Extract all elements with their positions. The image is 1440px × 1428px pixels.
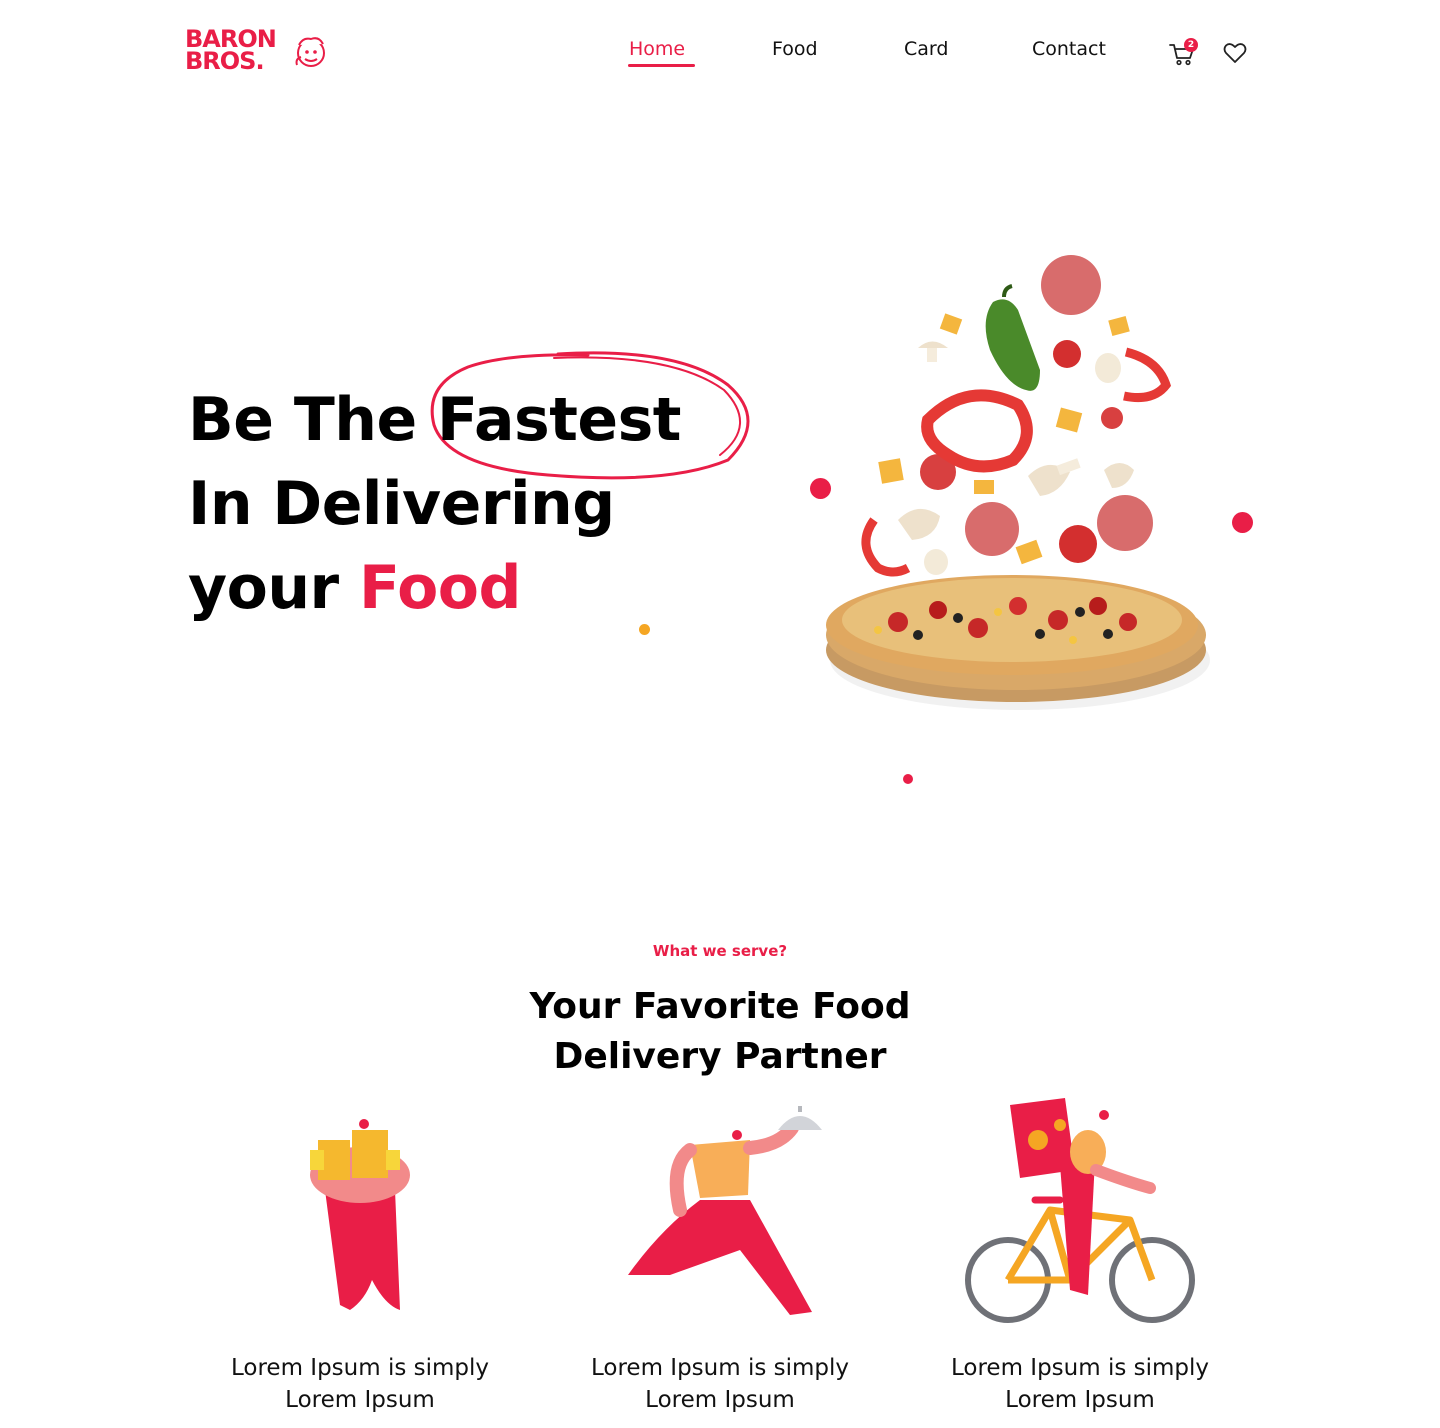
service-card-line-2: Lorem Ipsum — [645, 1387, 795, 1413]
nav-home[interactable]: Home — [629, 38, 685, 60]
courier-running-with-cloche-illustration — [628, 1106, 822, 1315]
service-card-line-1: Lorem Ipsum is simply — [230, 1355, 490, 1381]
mushroom — [1104, 463, 1134, 488]
nav-contact[interactable]: Contact — [1032, 38, 1106, 60]
salami-slice — [1097, 495, 1153, 551]
salami-slice — [965, 502, 1019, 556]
section-eyebrow: What we serve? — [652, 942, 788, 960]
flying-pizza-illustration — [826, 255, 1210, 710]
garlic — [924, 549, 948, 575]
service-card-text: Lorem Ipsum is simply Lorem Ipsum — [550, 1352, 890, 1416]
section-heading-line-1: Your Favorite Food — [529, 986, 911, 1027]
chef-mascot-icon — [295, 37, 325, 67]
garlic — [1095, 353, 1121, 383]
brand-logo[interactable]: BARON BROS. — [185, 27, 335, 78]
hero-line-3-prefix: your — [188, 553, 360, 623]
nav-food[interactable]: Food — [772, 38, 818, 60]
hero-headline: Be The Fastest In Delivering your Food — [188, 378, 681, 630]
decor-dot-red-small — [903, 774, 913, 784]
tomato — [1101, 407, 1123, 429]
service-card-line-2: Lorem Ipsum — [285, 1387, 435, 1413]
hero-line-2: In Delivering — [188, 469, 615, 539]
logo-line-2: BROS. — [185, 47, 265, 75]
section-heading: Your Favorite Food Delivery Partner — [0, 982, 1440, 1082]
tomato — [1059, 525, 1097, 563]
mushroom — [1028, 458, 1081, 496]
nav-active-indicator — [628, 64, 695, 67]
service-card-text: Lorem Ipsum is simply Lorem Ipsum — [190, 1352, 530, 1416]
salami-slice — [1041, 255, 1101, 315]
logo-wordmark: BARON BROS. — [185, 27, 277, 75]
service-card: Lorem Ipsum is simply Lorem Ipsum — [190, 1090, 530, 1420]
hero-accent-word: Food — [359, 553, 521, 623]
service-card-line-1: Lorem Ipsum is simply — [590, 1355, 850, 1381]
tomato — [1053, 340, 1081, 368]
service-card-text: Lorem Ipsum is simply Lorem Ipsum — [910, 1352, 1250, 1416]
site-header: BARON BROS. Home Food Card Contact 2 — [0, 0, 1440, 100]
mushroom — [918, 341, 948, 362]
hero-highlight-word: Fastest — [437, 385, 681, 455]
service-card-line-1: Lorem Ipsum is simply — [950, 1355, 1210, 1381]
cart-count-badge: 2 — [1184, 38, 1198, 52]
heart-icon[interactable] — [1222, 40, 1248, 66]
courier-carrying-boxes-illustration — [310, 1119, 410, 1310]
nav-card[interactable]: Card — [904, 38, 948, 60]
service-card: Lorem Ipsum is simply Lorem Ipsum — [910, 1090, 1250, 1420]
decor-dot-yellow — [639, 624, 650, 635]
service-card-line-2: Lorem Ipsum — [1005, 1387, 1155, 1413]
section-heading-line-2: Delivery Partner — [553, 1036, 887, 1077]
hero-line-1-prefix: Be The — [188, 385, 438, 455]
red-pepper-ring — [921, 389, 1033, 473]
service-card: Lorem Ipsum is simply Lorem Ipsum — [550, 1090, 890, 1420]
green-pepper — [985, 299, 1040, 391]
red-pepper-ring — [1123, 347, 1172, 403]
mushroom — [898, 508, 940, 540]
red-pepper-ring — [861, 517, 911, 577]
courier-on-bicycle-illustration — [965, 1098, 1195, 1323]
